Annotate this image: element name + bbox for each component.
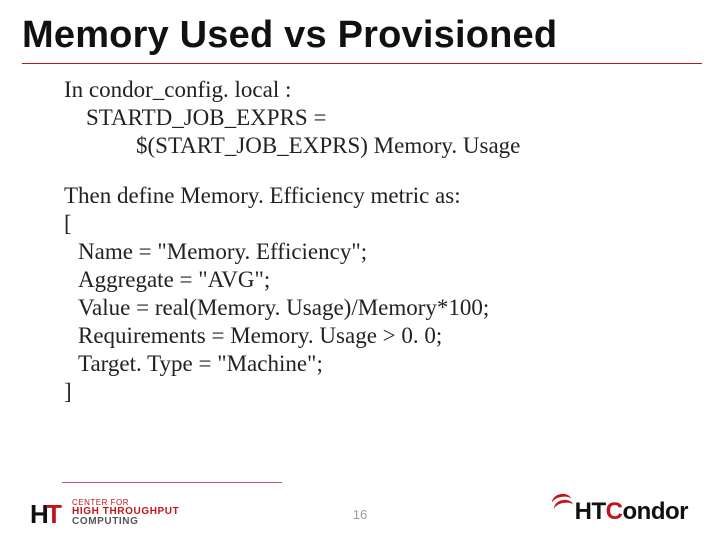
slide-title: Memory Used vs Provisioned xyxy=(22,14,692,57)
metric-def-requirements: Requirements = Memory. Usage > 0. 0; xyxy=(78,322,692,350)
logo-chtc: H T CENTER FOR HIGH THROUGHPUT COMPUTING xyxy=(30,496,179,530)
config-line-1: STARTD_JOB_EXPRS = xyxy=(86,104,692,132)
slide-body: In condor_config. local : STARTD_JOB_EXP… xyxy=(64,76,692,407)
htc-ondor: ondor xyxy=(623,498,688,525)
title-rule xyxy=(22,63,702,64)
htc-ht: HT xyxy=(575,498,606,525)
letter-t-icon: T xyxy=(46,499,62,530)
metric-def-value: Value = real(Memory. Usage)/Memory*100; xyxy=(78,294,692,322)
metric-def-targettype: Target. Type = "Machine"; xyxy=(78,350,692,378)
chtc-line3: COMPUTING xyxy=(72,517,179,527)
config-line-2: $(START_JOB_EXPRS) Memory. Usage xyxy=(136,132,692,160)
logo-htcondor: HTCondor xyxy=(553,494,688,530)
metric-def-aggregate: Aggregate = "AVG"; xyxy=(78,266,692,294)
config-intro: In condor_config. local : xyxy=(64,76,692,104)
slide: Memory Used vs Provisioned In condor_con… xyxy=(0,0,720,540)
close-bracket: ] xyxy=(64,378,692,406)
swoosh-icon xyxy=(551,494,575,516)
spacer xyxy=(64,160,692,182)
metric-intro: Then define Memory. Efficiency metric as… xyxy=(64,182,692,210)
footer-hairline xyxy=(62,482,282,483)
open-bracket: [ xyxy=(64,210,692,238)
htc-c: C xyxy=(606,498,623,525)
chtc-text: CENTER FOR HIGH THROUGHPUT COMPUTING xyxy=(72,499,179,528)
chtc-mark-icon: H T xyxy=(30,496,66,530)
htcondor-text: HTCondor xyxy=(575,498,688,526)
page-number: 16 xyxy=(353,507,367,522)
footer: H T CENTER FOR HIGH THROUGHPUT COMPUTING… xyxy=(0,484,720,538)
metric-def-name: Name = "Memory. Efficiency"; xyxy=(78,238,692,266)
